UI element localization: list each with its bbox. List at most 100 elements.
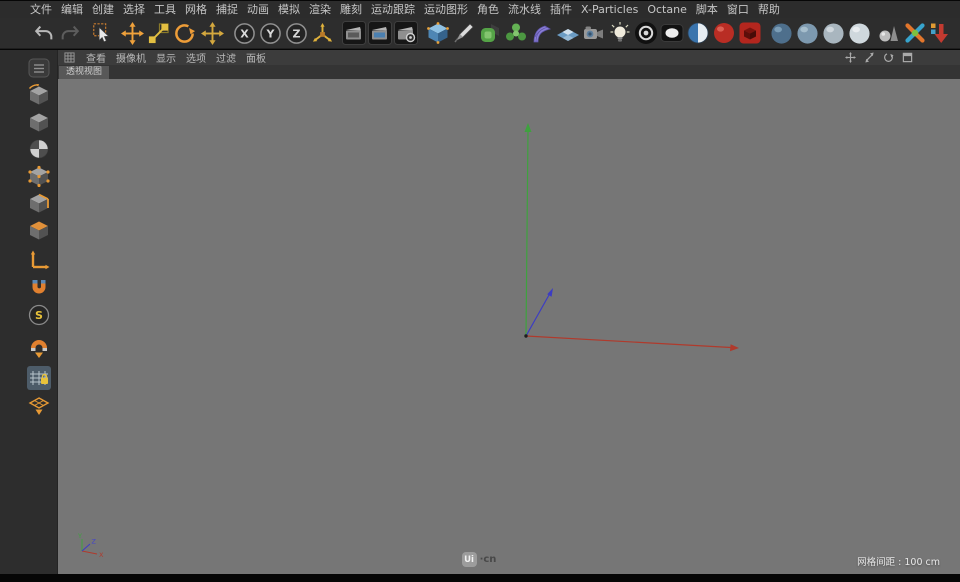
align-workplane-icon[interactable] (27, 393, 51, 417)
coordinate-system-icon[interactable] (309, 20, 335, 46)
menubar: 文件编辑创建选择工具网格捕捉动画模拟渲染雕刻运动跟踪运动图形角色流水线插件 X-P… (0, 1, 960, 18)
octane-liveviewer-icon[interactable] (633, 20, 659, 46)
menubar-item[interactable]: 角色 (477, 1, 499, 18)
spline-pen-icon[interactable] (451, 20, 477, 46)
menubar-item[interactable]: 帮助 (758, 1, 780, 18)
light-object-icon[interactable] (607, 20, 633, 46)
menubar-item[interactable]: 雕刻 (340, 1, 362, 18)
undo-icon[interactable] (31, 20, 57, 46)
menubar-item[interactable]: 模拟 (278, 1, 300, 18)
viewport-rotate-icon[interactable] (882, 51, 895, 64)
lock-y-axis-icon[interactable]: Y (257, 20, 283, 46)
array-generator-icon[interactable] (503, 20, 529, 46)
mini-axis-z-label: Z (92, 538, 97, 546)
menubar-item[interactable]: 脚本 (696, 1, 718, 18)
viewport-controls (844, 51, 914, 64)
grid-spacing-label: 网格间距 : 100 cm (857, 554, 940, 568)
viewport-menu-item[interactable]: 摄像机 (116, 50, 146, 65)
watermark-logo: Ui (462, 552, 477, 567)
scale-tool-icon[interactable] (145, 20, 171, 46)
redo-icon[interactable] (57, 20, 83, 46)
move-tool-icon[interactable] (119, 20, 145, 46)
material-sphere-light-icon[interactable] (846, 20, 872, 46)
svg-text:X: X (240, 27, 249, 40)
watermark: Ui ·cn (58, 552, 900, 567)
subdivision-surface-icon[interactable] (477, 20, 503, 46)
enable-quantizing-icon[interactable] (27, 336, 51, 360)
menubar-item[interactable]: 选择 (123, 1, 145, 18)
lock-x-axis-icon[interactable]: X (231, 20, 257, 46)
viewport-solo-icon[interactable]: S (27, 303, 51, 327)
menubar-item[interactable]: 流水线 (508, 1, 541, 18)
last-used-tool-icon[interactable] (199, 20, 225, 46)
menubar-item[interactable]: Octane (647, 1, 687, 18)
viewport-dolly-icon[interactable] (863, 51, 876, 64)
toolbar: X Y Z (0, 18, 960, 49)
lock-workplane-icon[interactable] (27, 366, 51, 390)
octane-material-icon[interactable] (711, 20, 737, 46)
menubar-item[interactable]: 编辑 (61, 1, 83, 18)
viewport-maximize-icon[interactable] (901, 51, 914, 64)
menubar-item[interactable]: 网格 (185, 1, 207, 18)
menubar-item[interactable]: X-Particles (581, 1, 638, 18)
menubar-item[interactable]: 动画 (247, 1, 269, 18)
palette-grip[interactable] (27, 56, 51, 80)
octane-camera-icon[interactable] (685, 20, 711, 46)
menubar-item[interactable]: 运动图形 (424, 1, 468, 18)
material-sphere-silver-icon[interactable] (820, 20, 846, 46)
viewport-menu-item[interactable]: 选项 (186, 50, 206, 65)
viewport-menubar: 查看摄像机显示选项过滤面板 (58, 50, 960, 65)
menubar-item[interactable]: 窗口 (727, 1, 749, 18)
points-mode-icon[interactable] (27, 164, 51, 188)
model-mode-icon[interactable] (27, 110, 51, 134)
world-axis-gizmo (58, 79, 960, 574)
menubar-item[interactable]: 运动跟踪 (371, 1, 415, 18)
render-settings-icon[interactable] (393, 20, 419, 46)
bend-deformer-icon[interactable] (529, 20, 555, 46)
menubar-item[interactable]: 创建 (92, 1, 114, 18)
enable-axis-icon[interactable] (27, 249, 51, 273)
octane-render-icon[interactable] (659, 20, 685, 46)
add-cube-icon[interactable] (425, 20, 451, 46)
material-sphere-dark-icon[interactable] (768, 20, 794, 46)
viewport-menu-grid-icon[interactable] (63, 51, 76, 64)
viewport-menu-item[interactable]: 面板 (246, 50, 266, 65)
viewport-tab-row: 透视视图 (58, 65, 960, 79)
svg-text:Z: Z (292, 27, 300, 40)
content-browser-icon[interactable] (876, 20, 902, 46)
x-particles-icon[interactable] (902, 20, 928, 46)
floor-object-icon[interactable] (555, 20, 581, 46)
viewport-panel: 查看摄像机显示选项过滤面板 透视视图 Y X Z Ui ·cn 网格间距 : 1… (57, 50, 960, 574)
insydium-bridge-icon[interactable] (928, 20, 954, 46)
viewport-menu-item[interactable]: 显示 (156, 50, 176, 65)
viewport-menu-item[interactable]: 查看 (86, 50, 106, 65)
toolbar-right-group (633, 20, 960, 46)
mini-axis-y-label: Y (77, 532, 82, 540)
svg-text:Y: Y (265, 27, 275, 40)
menubar-item[interactable]: 插件 (550, 1, 572, 18)
lock-z-axis-icon[interactable]: Z (283, 20, 309, 46)
camera-object-icon[interactable] (581, 20, 607, 46)
viewport-menu-item[interactable]: 过滤 (216, 50, 236, 65)
rotate-tool-icon[interactable] (171, 20, 197, 46)
live-selection-icon[interactable] (89, 20, 115, 46)
mode-palette: S (0, 50, 57, 574)
render-picture-viewer-icon[interactable] (367, 20, 393, 46)
enable-snap-icon[interactable] (27, 276, 51, 300)
make-editable-icon[interactable] (27, 83, 51, 107)
viewport-tab-perspective[interactable]: 透视视图 (59, 66, 109, 79)
menubar-item[interactable]: 文件 (30, 1, 52, 18)
viewport-menu-items: 查看摄像机显示选项过滤面板 (86, 50, 266, 65)
viewport-pan-icon[interactable] (844, 51, 857, 64)
menubar-item[interactable]: 捕捉 (216, 1, 238, 18)
watermark-suffix: ·cn (480, 554, 497, 565)
edges-mode-icon[interactable] (27, 191, 51, 215)
texture-mode-icon[interactable] (27, 137, 51, 161)
render-view-icon[interactable] (341, 20, 367, 46)
polygons-mode-icon[interactable] (27, 218, 51, 242)
viewport-canvas[interactable]: Y X Z Ui ·cn 网格间距 : 100 cm (58, 79, 960, 574)
menubar-item[interactable]: 渲染 (309, 1, 331, 18)
octane-objects-icon[interactable] (737, 20, 763, 46)
menubar-item[interactable]: 工具 (154, 1, 176, 18)
material-sphere-blue-icon[interactable] (794, 20, 820, 46)
